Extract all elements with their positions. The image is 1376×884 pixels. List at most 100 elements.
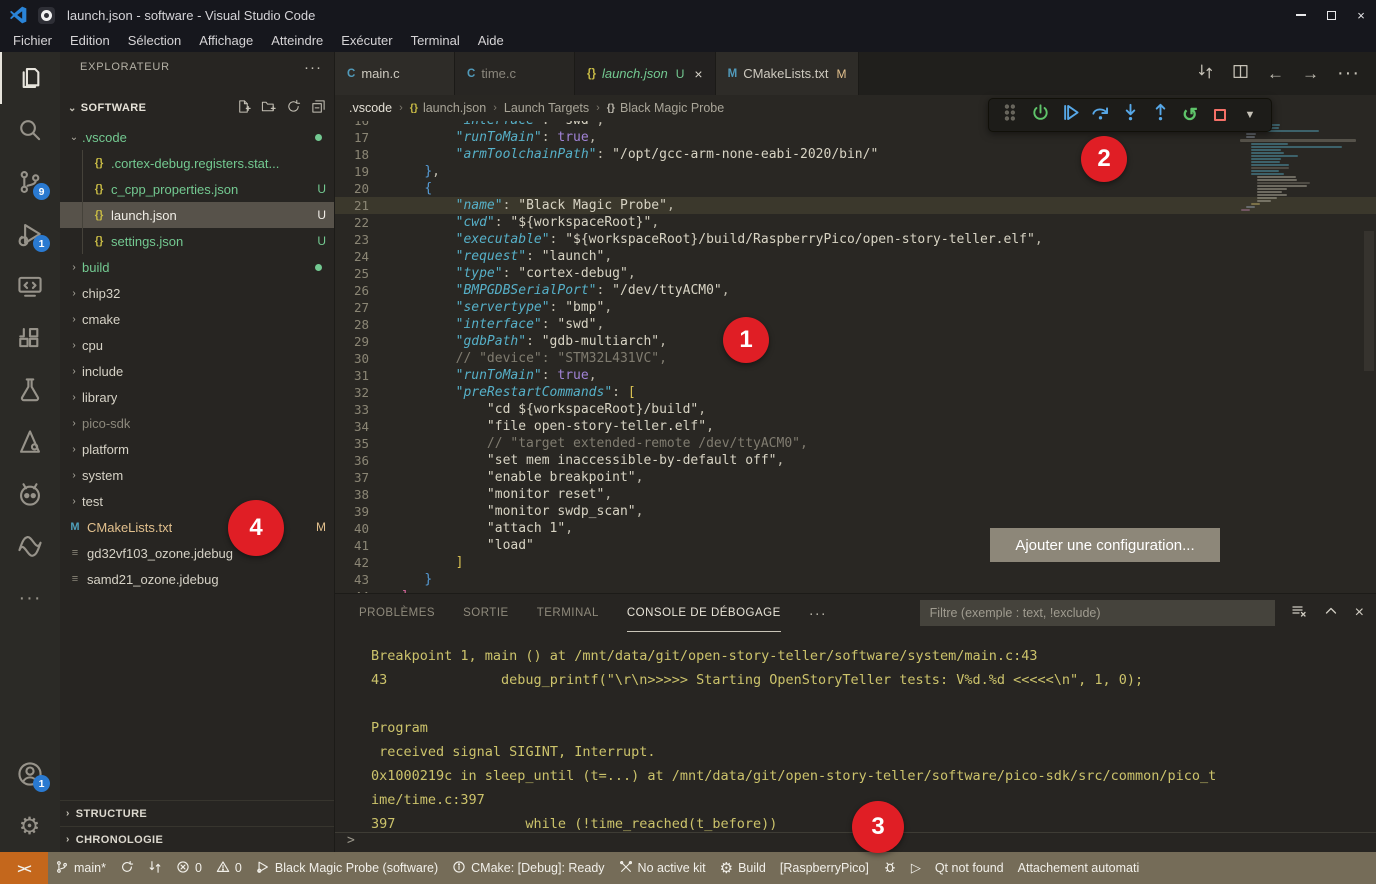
menu-item-affichage[interactable]: Affichage — [190, 30, 262, 52]
menu-item-terminal[interactable]: Terminal — [402, 30, 469, 52]
tree-item-c-cpp-properties-json[interactable]: {}c_cpp_properties.jsonU — [60, 176, 334, 202]
workspace-section-header[interactable]: ⌄ SOFTWARE — [60, 96, 334, 120]
tree-item--vscode[interactable]: ⌄.vscode — [60, 124, 334, 150]
navigate-forward-icon[interactable]: → — [1302, 64, 1319, 84]
activity-testing[interactable] — [0, 364, 60, 416]
activity-source-control[interactable]: 9 — [0, 156, 60, 208]
panel-tab-sortie[interactable]: SORTIE — [463, 594, 509, 632]
tree-item-build[interactable]: ›build — [60, 254, 334, 280]
menu-item-atteindre[interactable]: Atteindre — [262, 30, 332, 52]
menu-item-edition[interactable]: Edition — [61, 30, 119, 52]
breadcrumb-item[interactable]: launch.json — [423, 101, 486, 115]
refresh-icon[interactable] — [286, 99, 301, 117]
menu-item-fichier[interactable]: Fichier — [4, 30, 61, 52]
activity-platformio[interactable] — [0, 468, 60, 520]
close-button[interactable]: × — [1346, 0, 1376, 30]
debug-filter-input[interactable] — [920, 600, 1275, 626]
clear-console-icon[interactable] — [1291, 603, 1307, 624]
tree-item--cortex-debug-registers-stat-[interactable]: {}.cortex-debug.registers.stat... — [60, 150, 334, 176]
activity-run-debug[interactable]: 1 — [0, 208, 60, 260]
activity-explorer[interactable] — [0, 52, 60, 104]
activity-search[interactable] — [0, 104, 60, 156]
breadcrumb-item[interactable]: Launch Targets — [504, 101, 589, 115]
collapse-all-icon[interactable] — [311, 99, 326, 117]
activity-extensions[interactable] — [0, 312, 60, 364]
status-play[interactable]: ▷ — [904, 852, 928, 884]
tree-item-pico-sdk[interactable]: ›pico-sdk — [60, 410, 334, 436]
tree-item-include[interactable]: ›include — [60, 358, 334, 384]
editor-scrollbar[interactable] — [1364, 121, 1374, 593]
step-into-button[interactable] — [1115, 100, 1145, 130]
status-build[interactable]: ⚙Build — [713, 852, 773, 884]
activity-remote-explorer[interactable] — [0, 260, 60, 312]
status-sync[interactable] — [113, 852, 141, 884]
code-editor[interactable]: 16 "interface": "swd",17 "runToMain": tr… — [335, 121, 1376, 593]
section-structure[interactable]: ›STRUCTURE — [60, 800, 334, 826]
activity-cmake[interactable] — [0, 416, 60, 468]
activity-more[interactable]: ··· — [0, 572, 60, 624]
close-tab-icon[interactable]: × — [694, 66, 702, 82]
close-panel-icon[interactable]: × — [1355, 604, 1364, 622]
status-no-active-kit[interactable]: No active kit — [612, 852, 713, 884]
tab-cmakelists-txt[interactable]: MCMakeLists.txtM — [716, 52, 860, 95]
split-editor-icon[interactable] — [1232, 63, 1249, 85]
explorer-more-icon[interactable]: ··· — [304, 59, 322, 76]
status-item[interactable]: >< — [0, 852, 48, 884]
status-cmake-debug-ready[interactable]: CMake: [Debug]: Ready — [445, 852, 611, 884]
tree-item-cmakelists-txt[interactable]: MCMakeLists.txtM — [60, 514, 334, 540]
tree-item-launch-json[interactable]: {}launch.jsonU — [60, 202, 334, 228]
panel-tab-terminal[interactable]: TERMINAL — [537, 594, 599, 632]
panel-tab-console-de-d-bogage[interactable]: CONSOLE DE DÉBOGAGE — [627, 594, 781, 632]
status-0[interactable]: 0 — [169, 852, 209, 884]
new-file-icon[interactable] — [236, 99, 251, 117]
menu-item-sélection[interactable]: Sélection — [119, 30, 190, 52]
panel-more-icon[interactable]: ··· — [809, 605, 827, 622]
stop-button[interactable] — [1205, 100, 1235, 130]
breadcrumb-item[interactable]: Black Magic Probe — [620, 101, 724, 115]
status-bug[interactable] — [876, 852, 904, 884]
tab-time-c[interactable]: Ctime.c — [455, 52, 575, 95]
activity-visual-studio[interactable] — [0, 520, 60, 572]
add-configuration-button[interactable]: Ajouter une configuration... — [990, 528, 1220, 562]
panel-tab-probl-mes[interactable]: PROBLÈMES — [359, 594, 435, 632]
tree-item-system[interactable]: ›system — [60, 462, 334, 488]
continue-button[interactable] — [1055, 100, 1085, 130]
status-compare[interactable] — [141, 852, 169, 884]
more-icon[interactable]: ··· — [1337, 62, 1360, 85]
status-attachement-automati[interactable]: Attachement automati — [1011, 852, 1147, 884]
tree-item-chip32[interactable]: ›chip32 — [60, 280, 334, 306]
tree-item-settings-json[interactable]: {}settings.jsonU — [60, 228, 334, 254]
status-main[interactable]: main* — [48, 852, 113, 884]
tab-main-c[interactable]: Cmain.c — [335, 52, 455, 95]
status-raspberrypico[interactable]: [RaspberryPico] — [773, 852, 876, 884]
tree-item-cmake[interactable]: ›cmake — [60, 306, 334, 332]
section-chronologie[interactable]: ›CHRONOLOGIE — [60, 826, 334, 852]
activity-accounts[interactable]: 1 — [0, 748, 60, 800]
menu-item-exécuter[interactable]: Exécuter — [332, 30, 401, 52]
tab-launch-json[interactable]: {}launch.jsonU× — [575, 52, 716, 95]
activity-settings[interactable]: ⚙ — [0, 800, 60, 852]
tree-item-cpu[interactable]: ›cpu — [60, 332, 334, 358]
new-folder-icon[interactable] — [261, 99, 276, 117]
compare-icon[interactable] — [1197, 63, 1214, 85]
tree-item-samd21-ozone-jdebug[interactable]: ≡samd21_ozone.jdebug — [60, 566, 334, 592]
menu-item-aide[interactable]: Aide — [469, 30, 513, 52]
tree-item-platform[interactable]: ›platform — [60, 436, 334, 462]
tree-item-library[interactable]: ›library — [60, 384, 334, 410]
status-0[interactable]: 0 — [209, 852, 249, 884]
power-button[interactable] — [1025, 100, 1055, 130]
maximize-button[interactable] — [1316, 0, 1346, 30]
step-out-button[interactable] — [1145, 100, 1175, 130]
breadcrumb-item[interactable]: .vscode — [349, 101, 392, 115]
collapse-panel-icon[interactable] — [1323, 603, 1339, 624]
chevron-down-button[interactable]: ▼ — [1235, 100, 1265, 130]
status-black-magic-probe-software[interactable]: Black Magic Probe (software) — [249, 852, 445, 884]
minimize-button[interactable] — [1286, 0, 1316, 30]
tree-item-gd32vf103-ozone-jdebug[interactable]: ≡gd32vf103_ozone.jdebug — [60, 540, 334, 566]
status-qt-not-found[interactable]: Qt not found — [928, 852, 1011, 884]
restart-button[interactable]: ↺ — [1175, 100, 1205, 130]
navigate-back-icon[interactable]: ← — [1267, 64, 1284, 84]
tree-item-test[interactable]: ›test — [60, 488, 334, 514]
step-over-button[interactable] — [1085, 100, 1115, 130]
minimap[interactable] — [1240, 124, 1356, 424]
